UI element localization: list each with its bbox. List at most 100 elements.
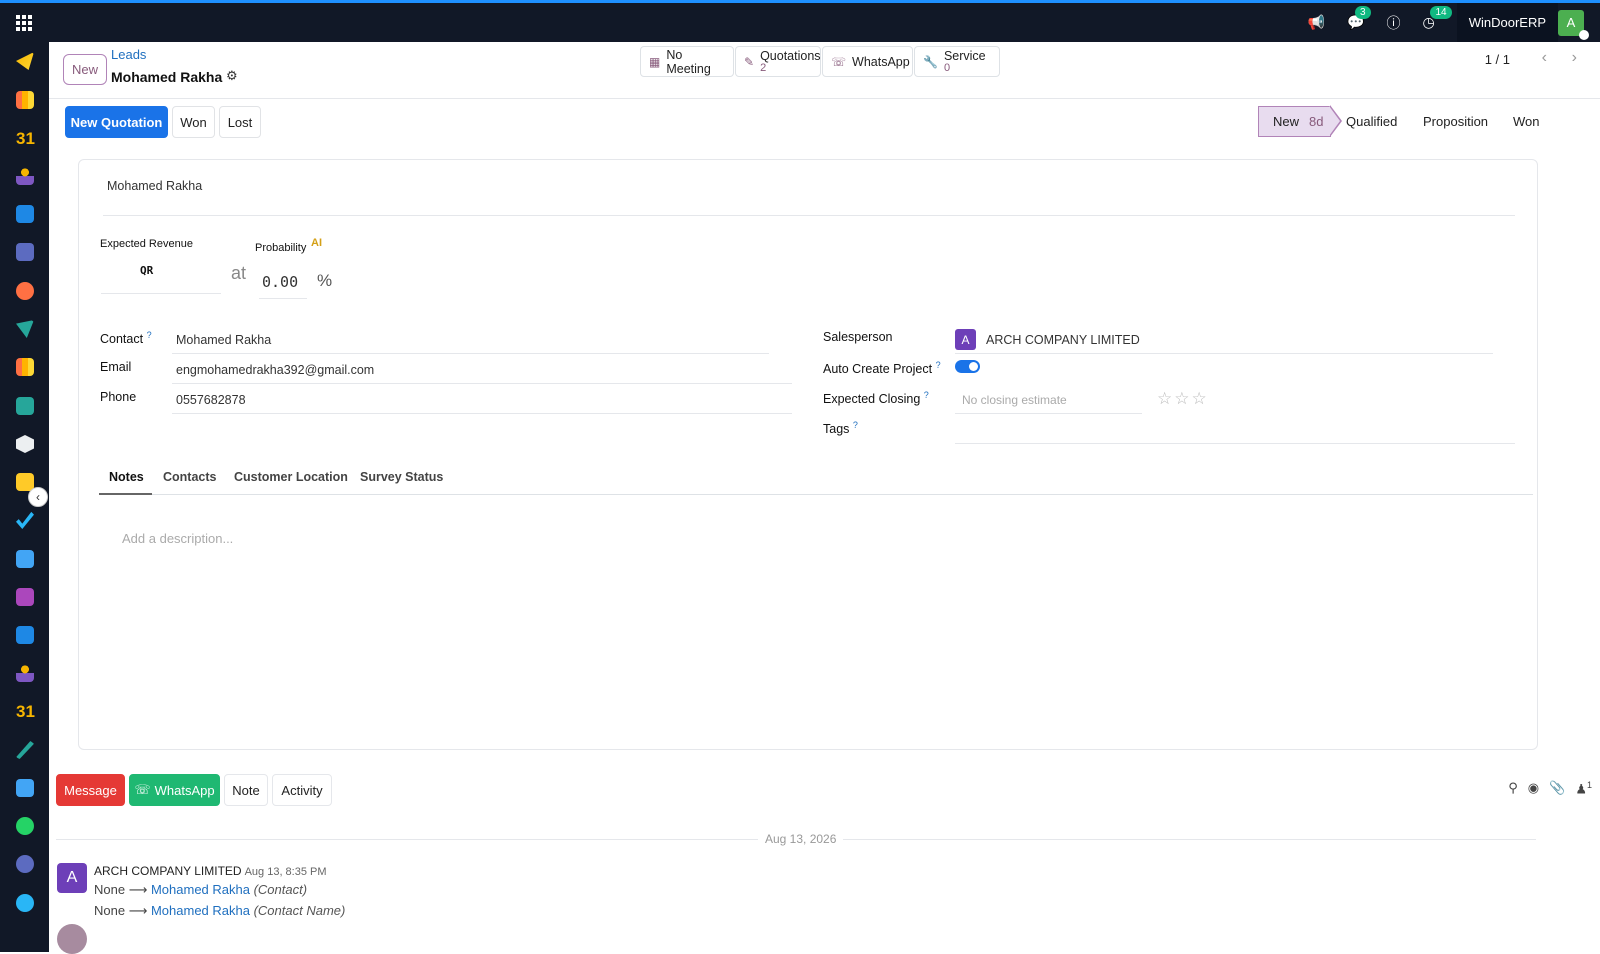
tab-survey-status[interactable]: Survey Status <box>360 470 443 484</box>
timer-app-icon[interactable] <box>16 855 34 873</box>
tracking-new-value[interactable]: Mohamed Rakha <box>151 882 250 897</box>
tracking-field-name: (Contact) <box>253 882 308 897</box>
expected-closing-help-icon[interactable]: ? <box>924 390 929 400</box>
send-message-button[interactable]: Message <box>56 774 125 806</box>
breadcrumb-leads[interactable]: Leads <box>111 47 146 62</box>
tab-customer-location[interactable]: Customer Location <box>234 470 348 484</box>
revenue-input-underline[interactable] <box>101 293 221 294</box>
email-underline <box>172 383 792 384</box>
chatter-whatsapp-button[interactable]: ☏ WhatsApp <box>129 774 220 806</box>
followers-icon[interactable]: ♟1 <box>1575 780 1592 797</box>
search-icon[interactable]: ⚲ <box>1508 780 1518 797</box>
team-app-icon[interactable] <box>16 167 34 185</box>
meeting-smart-label: No Meeting <box>666 47 711 76</box>
sign-app-icon[interactable] <box>16 741 34 759</box>
mail-app-icon[interactable] <box>16 243 34 261</box>
marketing-app-icon[interactable] <box>16 320 34 338</box>
phone-label: Phone <box>100 390 137 404</box>
new-quotation-button[interactable]: New Quotation <box>65 106 168 138</box>
product-app-icon[interactable] <box>16 588 34 606</box>
dashboard-app-icon[interactable] <box>16 779 34 797</box>
email-input[interactable]: engmohamedrakha392@gmail.com <box>176 363 374 377</box>
invoice-app-icon[interactable] <box>16 205 34 223</box>
auto-create-help-icon[interactable]: ? <box>936 360 941 370</box>
ai-icon[interactable]: AI <box>311 237 322 249</box>
employees-app-icon[interactable] <box>16 664 34 682</box>
notes-description-input[interactable]: Add a description... <box>122 531 233 546</box>
form-sheet: Mohamed Rakha Expected Revenue QR at Pro… <box>78 159 1538 750</box>
tab-contacts[interactable]: Contacts <box>163 470 216 484</box>
salesperson-label: Salesperson <box>823 330 893 344</box>
reporting-app-icon[interactable] <box>16 358 34 376</box>
gear-icon[interactable]: ⚙ <box>226 68 238 84</box>
company-switcher[interactable]: WinDoorERP <box>1456 3 1558 42</box>
message-author[interactable]: ARCH COMPANY LIMITED <box>94 864 242 878</box>
log-note-button[interactable]: Note <box>224 774 268 806</box>
tracking-field-name: (Contact Name) <box>253 903 346 918</box>
collapse-sidebar-icon[interactable]: ‹ <box>28 487 48 507</box>
pager-value[interactable]: 1 / 1 <box>1485 52 1510 67</box>
contacts-app-icon[interactable] <box>16 397 34 415</box>
contact-underline <box>172 353 769 354</box>
help-icon[interactable]: ⓘ <box>1386 13 1400 33</box>
arrow-right-icon: ⟶ <box>128 882 148 897</box>
tracking-new-value[interactable]: Mohamed Rakha <box>151 903 250 918</box>
user-avatar[interactable]: A <box>1558 9 1589 40</box>
tags-input[interactable] <box>955 443 1515 444</box>
helpdesk-app-icon[interactable] <box>16 894 34 912</box>
contact-input[interactable]: Mohamed Rakha <box>176 333 271 347</box>
megaphone-icon[interactable]: 📢 <box>1308 15 1325 31</box>
sales-chart-app-icon[interactable] <box>16 91 34 109</box>
mark-lost-button[interactable]: Lost <box>219 106 261 138</box>
tags-help-icon[interactable]: ? <box>853 420 858 430</box>
contact-help-icon[interactable]: ? <box>147 330 152 340</box>
stage-proposition[interactable]: Proposition <box>1423 106 1488 137</box>
lead-name-input[interactable]: Mohamed Rakha <box>107 179 202 193</box>
phone-input[interactable]: 0557682878 <box>176 393 246 407</box>
whatsapp-app-icon[interactable] <box>16 817 34 835</box>
paperclip-icon[interactable]: 📎 <box>1549 780 1565 797</box>
message-date: Aug 13, 8:35 PM <box>244 866 327 878</box>
expected-closing-input[interactable]: No closing estimate <box>962 393 1067 407</box>
star-icon[interactable]: ☆ <box>1192 389 1209 408</box>
mark-won-button[interactable]: Won <box>172 106 215 138</box>
apps-menu-icon[interactable] <box>16 15 32 31</box>
message-author-avatar[interactable]: A <box>57 863 87 893</box>
probability-input[interactable]: 0.00 <box>262 273 298 291</box>
pager-next-icon[interactable]: › <box>1572 49 1577 67</box>
new-record-button[interactable]: New <box>63 54 107 85</box>
calendar-app-icon[interactable]: 31 <box>16 129 35 148</box>
auto-create-project-label: Auto Create Project ? <box>823 360 941 376</box>
whatsapp-smart-button[interactable]: ☏ WhatsApp <box>822 46 913 77</box>
stage-qualified[interactable]: Qualified <box>1346 106 1397 137</box>
send-app-icon[interactable] <box>16 52 34 70</box>
record-title: Mohamed Rakha <box>111 69 223 85</box>
activity-clock-icon[interactable]: ◷ 14 <box>1422 5 1452 31</box>
meeting-smart-button[interactable]: ▦ No Meeting <box>640 46 734 77</box>
stage-won[interactable]: Won <box>1513 106 1540 137</box>
pager-previous-icon[interactable]: ‹ <box>1542 49 1547 67</box>
auto-create-project-toggle[interactable] <box>955 360 980 373</box>
next-message-avatar[interactable] <box>57 924 87 954</box>
tags-label: Tags ? <box>823 420 858 436</box>
quotations-smart-button[interactable]: ✎ Quotations 2 <box>735 46 821 77</box>
service-smart-button[interactable]: 🔧 Service 0 <box>914 46 1000 77</box>
inventory-app-icon[interactable] <box>16 435 34 453</box>
stage-new[interactable]: New 8d <box>1258 106 1331 137</box>
top-navbar: 📢 💬 3 ⓘ ◷ 14 WinDoorERP A <box>0 0 1600 42</box>
contact-label: Contact ? <box>100 330 152 346</box>
star-icon[interactable]: ☆ <box>1174 389 1191 408</box>
salesperson-input[interactable]: ARCH COMPANY LIMITED <box>986 333 1140 347</box>
contact-label-text: Contact <box>100 332 144 347</box>
tasks-app-icon[interactable] <box>16 511 34 529</box>
tab-notes[interactable]: Notes <box>109 470 144 484</box>
eye-icon[interactable]: ◉ <box>1528 780 1539 797</box>
star-icon[interactable]: ☆ <box>1157 389 1174 408</box>
messages-icon[interactable]: 💬 3 <box>1347 5 1371 31</box>
discuss-app-icon[interactable] <box>16 282 34 300</box>
billing-app-icon[interactable] <box>16 626 34 644</box>
knowledge-app-icon[interactable] <box>16 550 34 568</box>
schedule-activity-button[interactable]: Activity <box>272 774 332 806</box>
planning-app-icon[interactable]: 31 <box>16 702 35 721</box>
priority-stars[interactable]: ☆☆☆ <box>1157 389 1209 409</box>
